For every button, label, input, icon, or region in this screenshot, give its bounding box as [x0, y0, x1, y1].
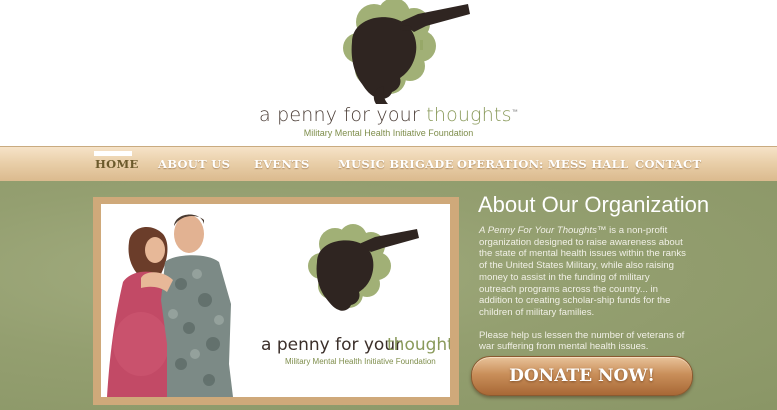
brand-subtitle: Military Mental Health Initiative Founda…	[303, 128, 474, 138]
about-title: About Our Organization	[478, 192, 710, 217]
brand-prefix: a penny for your	[259, 104, 420, 126]
trademark: ™	[511, 108, 518, 116]
nav-music-brigade[interactable]: MUSIC BRIGADE	[338, 157, 454, 171]
featured-photo: a penny for your thoughts Military Menta…	[101, 204, 450, 397]
about-paragraph-1: is a non-profit organization designed to…	[479, 225, 686, 318]
donate-now-button[interactable]: DONATE NOW!	[471, 356, 693, 396]
site-header: a penny for your thoughts™ Military Ment…	[0, 0, 777, 146]
nav-events[interactable]: EVENTS	[254, 157, 310, 171]
couple-photo: a penny for your thoughts Military Menta…	[107, 214, 450, 397]
photo-brand-prefix: a penny for your	[261, 335, 402, 355]
brand-name: a penny for your thoughts™	[0, 104, 777, 126]
nav-home[interactable]: HOME	[95, 157, 139, 171]
penny-head-logo[interactable]	[322, 0, 472, 106]
about-text: A Penny For Your Thoughts™ is a non-prof…	[479, 225, 689, 353]
photo-brand-accent: thoughts	[387, 335, 450, 355]
nav-contact[interactable]: CONTACT	[635, 157, 701, 171]
org-name: A Penny For Your Thoughts™	[479, 225, 607, 236]
nav-about-us[interactable]: ABOUT US	[158, 157, 230, 171]
donate-label: DONATE NOW!	[509, 366, 655, 386]
brand-accent: thoughts	[426, 104, 512, 126]
nav-operation-mess-hall[interactable]: OPERATION: MESS HALL	[457, 157, 628, 171]
photo-brand-subtitle: Military Mental Health Initiative Founda…	[285, 357, 436, 366]
nav-active-indicator	[94, 151, 132, 156]
about-paragraph-2: Please help us lessen the number of vete…	[479, 329, 685, 353]
